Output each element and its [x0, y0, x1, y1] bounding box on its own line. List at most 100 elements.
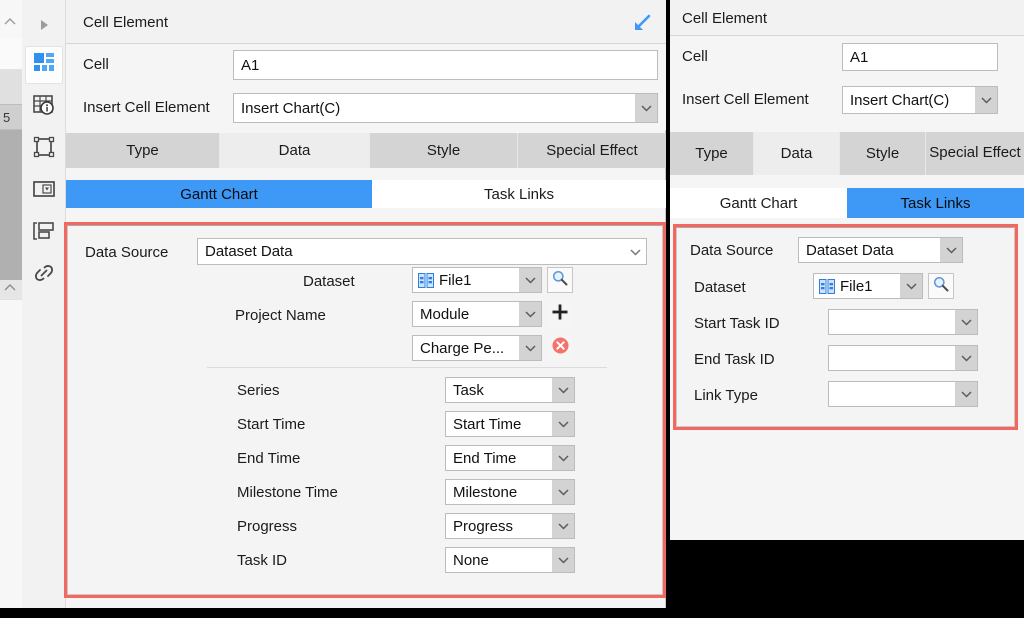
series-label: Series [237, 382, 280, 399]
task-id-select[interactable]: None [445, 547, 575, 573]
frame-icon [33, 136, 55, 163]
sidebar-item-frame[interactable] [25, 130, 63, 168]
right-tab-special-effect[interactable]: Special Effect [926, 132, 1024, 175]
chevron-down-icon [552, 412, 574, 436]
left-sub-tabs: Gantt Chart Task Links [66, 180, 666, 208]
dataset-label: Dataset [303, 273, 355, 290]
cell-label: Cell [83, 56, 109, 73]
right-page-title: Cell Element [682, 10, 768, 27]
right-tab-special-effect-label: Special Effect [929, 144, 1021, 162]
sidebar-item-hyperlink[interactable] [25, 256, 63, 294]
right-dataset-search-button[interactable] [928, 273, 954, 299]
right-tab-data-label: Data [780, 145, 813, 162]
right-insert-cell-element-value: Insert Chart(C) [850, 91, 950, 109]
series-value: Task [453, 381, 484, 399]
subtab-gantt-chart-label: Gantt Chart [180, 185, 258, 203]
edge-cell[interactable] [0, 38, 22, 70]
tab-data[interactable]: Data [220, 133, 370, 168]
chevron-down-icon [552, 514, 574, 538]
start-time-label: Start Time [237, 416, 306, 433]
right-tab-style[interactable]: Style [840, 132, 926, 175]
progress-select[interactable]: Progress [445, 513, 575, 539]
right-form-highlight-box: Data Source Dataset Data Dataset File1 S… [673, 224, 1018, 430]
link-type-select[interactable] [828, 381, 978, 407]
sidebar-item-dropdown-widget[interactable] [25, 172, 63, 210]
edge-cell[interactable] [0, 70, 22, 104]
start-task-id-label: Start Task ID [694, 315, 780, 332]
insert-cell-element-row: Insert Cell Element Insert Chart(C) [66, 86, 666, 130]
tab-style-label: Style [426, 142, 461, 159]
remove-circle-icon [551, 336, 570, 360]
start-time-select[interactable]: Start Time [445, 411, 575, 437]
chevron-down-icon [900, 274, 922, 298]
right-subtab-gantt-chart[interactable]: Gantt Chart [670, 188, 847, 218]
search-icon [552, 270, 568, 291]
cell-input[interactable] [233, 50, 658, 80]
right-tab-type[interactable]: Type [670, 132, 754, 175]
right-insert-cell-element-select[interactable]: Insert Chart(C) [842, 86, 998, 114]
end-time-value: End Time [453, 449, 517, 467]
chevron-down-icon [975, 87, 997, 113]
remove-project-button[interactable] [547, 335, 573, 361]
milestone-time-label: Milestone Time [237, 484, 338, 501]
right-data-source-label: Data Source [690, 242, 774, 259]
chevron-up-icon-bottom[interactable] [2, 282, 18, 296]
subtab-gantt-chart[interactable]: Gantt Chart [66, 180, 372, 208]
right-data-source-select[interactable]: Dataset Data [798, 237, 963, 263]
right-insert-cell-element-label: Insert Cell Element [682, 91, 809, 108]
right-subtab-task-links-label: Task Links [900, 194, 971, 212]
row-number-label: 5 [0, 104, 22, 130]
search-icon [933, 276, 949, 297]
link-chain-icon [32, 261, 56, 290]
right-tab-style-label: Style [865, 145, 900, 162]
left-form-group [67, 225, 663, 595]
add-project-button[interactable] [547, 301, 573, 327]
milestone-time-select[interactable]: Milestone [445, 479, 575, 505]
spreadsheet-edge-strip: 5 [0, 0, 22, 618]
right-data-source-value: Dataset Data [806, 241, 894, 259]
right-subtab-task-links[interactable]: Task Links [847, 188, 1024, 218]
right-dataset-select[interactable]: File1 [813, 273, 923, 299]
chevron-down-icon [519, 302, 541, 326]
insert-cell-element-select[interactable]: Insert Chart(C) [233, 93, 658, 123]
chevron-down-icon [955, 346, 977, 370]
end-time-select[interactable]: End Time [445, 445, 575, 471]
task-id-value: None [453, 551, 489, 569]
series-select[interactable]: Task [445, 377, 575, 403]
end-task-id-select[interactable] [828, 345, 978, 371]
plus-icon [551, 303, 569, 326]
data-source-select[interactable]: Dataset Data [197, 238, 647, 265]
start-task-id-select[interactable] [828, 309, 978, 335]
chevron-down-icon [519, 268, 541, 292]
right-dataset-label: Dataset [694, 279, 746, 296]
right-tab-data[interactable]: Data [754, 132, 840, 175]
sidebar-item-expand[interactable] [25, 8, 63, 46]
progress-value: Progress [453, 517, 514, 535]
arrow-down-left-icon[interactable] [632, 13, 652, 33]
cell-row: Cell [66, 44, 666, 86]
charge-period-select[interactable]: Charge Pe... [412, 335, 542, 361]
screenshot-root: 5 Cell Element Cell A1 Insert Cell Eleme… [0, 0, 1024, 618]
chevron-up-icon-top[interactable] [2, 16, 18, 30]
milestone-time-value: Milestone [453, 483, 518, 501]
triangle-right-icon [38, 18, 50, 37]
right-dataset-value: File1 [840, 277, 873, 295]
dataset-value: File1 [439, 271, 472, 289]
data-source-value: Dataset Data [205, 243, 293, 260]
subtab-task-links[interactable]: Task Links [372, 180, 666, 208]
project-name-select[interactable]: Module [412, 301, 542, 327]
dataset-search-button[interactable] [547, 267, 573, 293]
chevron-down-icon [519, 336, 541, 360]
sidebar-item-layers[interactable] [25, 214, 63, 252]
right-cell-input[interactable] [842, 43, 998, 71]
dataset-select[interactable]: File1 [412, 267, 542, 293]
right-main-tabs: Type Data Style Special Effect [670, 132, 1024, 175]
tab-type[interactable]: Type [66, 133, 220, 168]
right-cell-element-panel: Cell Element Cell Insert Cell Element In… [670, 0, 1024, 540]
grid-blocks-icon [33, 52, 55, 79]
sidebar-item-cell-attribute[interactable] [25, 88, 63, 126]
dataset-table-icon [413, 272, 434, 288]
tab-special-effect[interactable]: Special Effect [518, 133, 666, 168]
sidebar-item-cell-element[interactable] [25, 46, 63, 84]
tab-style[interactable]: Style [370, 133, 518, 168]
